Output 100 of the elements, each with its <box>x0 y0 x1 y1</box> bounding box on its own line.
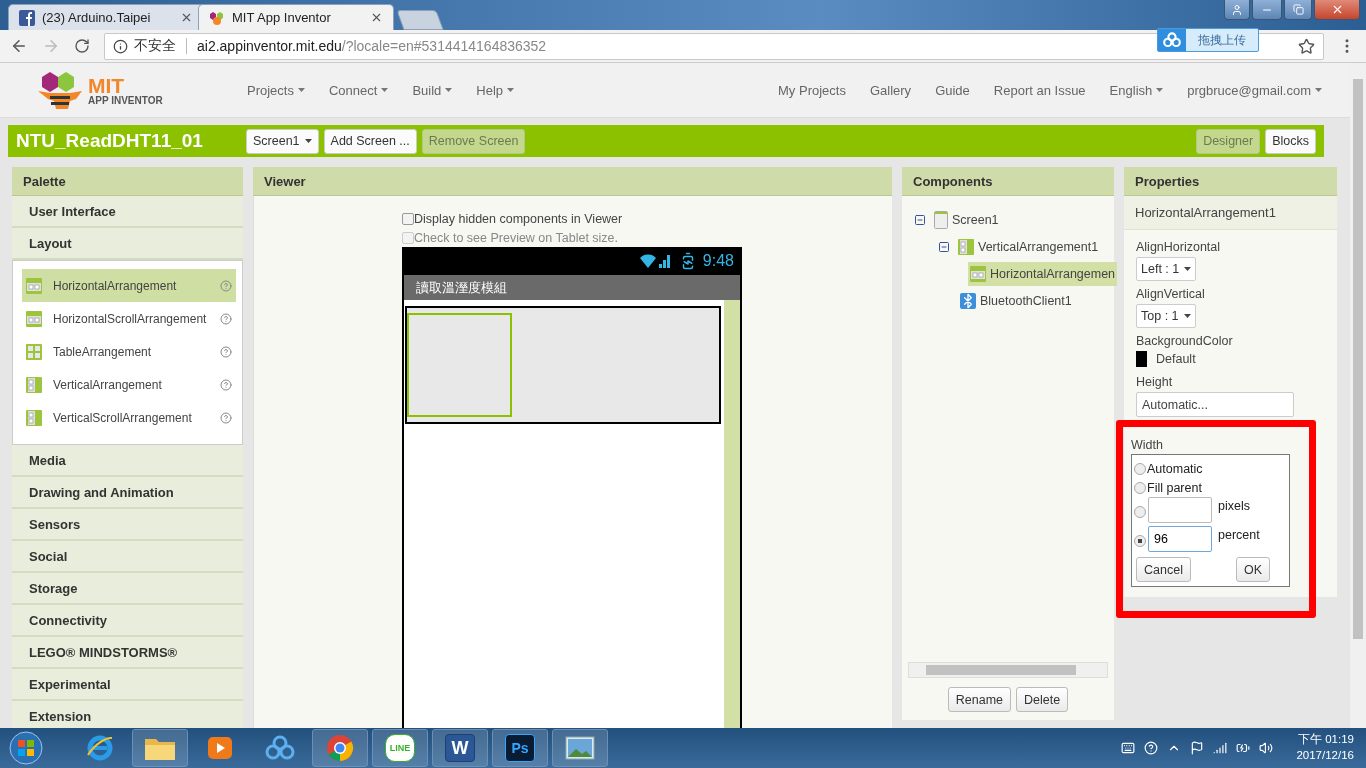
photoshop-app-icon[interactable]: Ps <box>505 734 535 762</box>
close-icon[interactable] <box>180 11 193 24</box>
palette-item[interactable]: HorizontalScrollArrangement <box>22 302 236 335</box>
signal-icon[interactable] <box>1213 741 1228 755</box>
vertical-arrangement-icon <box>958 238 974 255</box>
radio-button[interactable] <box>1134 481 1146 494</box>
caret-icon <box>1184 267 1192 271</box>
palette-category[interactable]: Social <box>12 541 243 573</box>
menu-item[interactable]: Projects <box>247 82 305 98</box>
volume-icon[interactable] <box>1259 741 1274 755</box>
cloud-icon[interactable] <box>265 735 295 761</box>
photo-viewer-icon[interactable] <box>565 736 595 760</box>
nav-link[interactable]: My Projects <box>778 82 846 98</box>
reload-icon[interactable] <box>74 38 90 54</box>
palette-category[interactable]: Storage <box>12 573 243 605</box>
project-name: NTU_ReadDHT11_01 <box>16 130 204 152</box>
back-icon[interactable] <box>10 37 28 55</box>
palette-item[interactable]: HorizontalArrangement <box>22 269 236 302</box>
radio-button[interactable] <box>1134 534 1146 547</box>
nav-link[interactable]: Report an Issue <box>993 82 1086 98</box>
radio-button[interactable] <box>1134 462 1146 475</box>
palette-category[interactable]: Media <box>12 445 243 477</box>
caret-icon <box>381 88 389 92</box>
nav-link[interactable]: prgbruce@gmail.com <box>1187 82 1322 98</box>
horizontal-arrangement-icon <box>970 265 986 282</box>
caret-icon <box>297 88 305 92</box>
bee-logo-icon <box>36 69 84 111</box>
palette-category[interactable]: Sensors <box>12 509 243 541</box>
component-name: HorizontalArrangement1 <box>1124 196 1337 230</box>
panel-title: Viewer <box>253 167 892 196</box>
palette-category[interactable]: Experimental <box>12 669 243 701</box>
checkbox-label: Check to see Preview on Tablet size. <box>414 230 619 245</box>
info-icon <box>113 38 128 54</box>
dialog-button[interactable]: Cancel <box>1136 557 1191 582</box>
horizontal-arrangement-icon <box>26 277 42 294</box>
battery-icon[interactable] <box>1236 741 1251 755</box>
palette-category[interactable]: Layout <box>12 228 243 260</box>
close-button[interactable] <box>1314 0 1360 20</box>
palette-category[interactable]: User Interface <box>12 196 243 228</box>
color-swatch[interactable] <box>1136 351 1147 367</box>
tree-item[interactable]: HorizontalArrangemen <box>968 261 1118 286</box>
bookmark-star-icon[interactable] <box>1298 37 1315 55</box>
upload-button[interactable]: 拖拽上传 <box>1157 28 1259 52</box>
radio-label: Automatic <box>1147 461 1203 476</box>
color-name: Default <box>1156 352 1196 366</box>
menu-item[interactable]: Build <box>412 82 453 98</box>
number-field[interactable]: 96 <box>1148 526 1212 553</box>
caret-icon <box>1156 88 1164 92</box>
vertical-arrangement-icon <box>26 376 42 393</box>
restore-button[interactable] <box>1284 0 1312 20</box>
tree-item[interactable]: VerticalArrangement1 <box>956 234 1101 259</box>
clock[interactable]: 下午 01:19 2017/12/16 <box>1296 732 1354 764</box>
toolbar-button[interactable]: Add Screen ... <box>323 128 417 154</box>
unit-label: percent <box>1218 528 1260 543</box>
flag-icon[interactable] <box>1190 741 1205 755</box>
menu-item[interactable]: Help <box>476 82 515 98</box>
checkbox[interactable] <box>402 212 414 225</box>
palette-item[interactable]: VerticalScrollArrangement <box>22 401 236 434</box>
bluetooth-icon <box>960 292 976 309</box>
restore-icon <box>1292 4 1304 15</box>
collapse-icon[interactable] <box>914 213 926 226</box>
collapse-icon[interactable] <box>938 240 950 253</box>
mode-button[interactable]: Blocks <box>1265 128 1316 154</box>
radio-button[interactable] <box>1134 505 1146 518</box>
new-tab-button[interactable] <box>396 10 444 30</box>
palette-item[interactable]: VerticalArrangement <box>22 368 236 401</box>
nav-link[interactable]: Guide <box>935 82 970 98</box>
palette-category[interactable]: Drawing and Animation <box>12 477 243 509</box>
palette-item[interactable]: TableArrangement <box>22 335 236 368</box>
phone-clock: 9:48 <box>702 252 734 270</box>
property-field[interactable]: Automatic... <box>1136 392 1294 417</box>
nav-link[interactable]: Gallery <box>869 82 912 98</box>
media-player-icon[interactable] <box>206 734 234 762</box>
start-button[interactable] <box>6 730 46 766</box>
tree-item[interactable]: Screen1 <box>932 206 1001 233</box>
property-dropdown[interactable]: Top : 1 <box>1136 304 1196 328</box>
horizontal-arrangement-icon <box>26 310 42 327</box>
dialog-button[interactable]: OK <box>1235 557 1270 582</box>
keyboard-icon[interactable] <box>1121 741 1136 755</box>
property-label: BackgroundColor <box>1136 334 1234 348</box>
palette-category[interactable]: Connectivity <box>12 605 243 637</box>
browser-tab[interactable]: MIT App Inventor <box>198 4 394 30</box>
panel-button[interactable]: Delete <box>1016 687 1069 712</box>
tree-item[interactable]: BluetoothClient1 <box>958 288 1074 313</box>
logo-subtitle: APP INVENTOR <box>88 95 163 106</box>
user-button[interactable] <box>1224 0 1250 20</box>
number-field[interactable] <box>1148 497 1212 524</box>
close-icon[interactable] <box>370 11 383 24</box>
word-app-icon[interactable]: W <box>445 734 475 762</box>
chrome-icon[interactable] <box>326 734 354 762</box>
palette-category[interactable]: Extension <box>12 701 243 728</box>
palette-category[interactable]: LEGO® MINDSTORMS® <box>12 637 243 669</box>
radio-label: Fill parent <box>1147 480 1202 495</box>
toolbar-button[interactable]: Screen1 <box>246 128 319 154</box>
minimize-button[interactable] <box>1252 0 1282 20</box>
property-dropdown[interactable]: Left : 1 <box>1136 257 1197 281</box>
panel-button[interactable]: Rename <box>947 687 1012 712</box>
browser-e-icon[interactable] <box>85 733 115 763</box>
nav-link[interactable]: English <box>1109 82 1164 98</box>
menu-item[interactable]: Connect <box>328 82 389 98</box>
